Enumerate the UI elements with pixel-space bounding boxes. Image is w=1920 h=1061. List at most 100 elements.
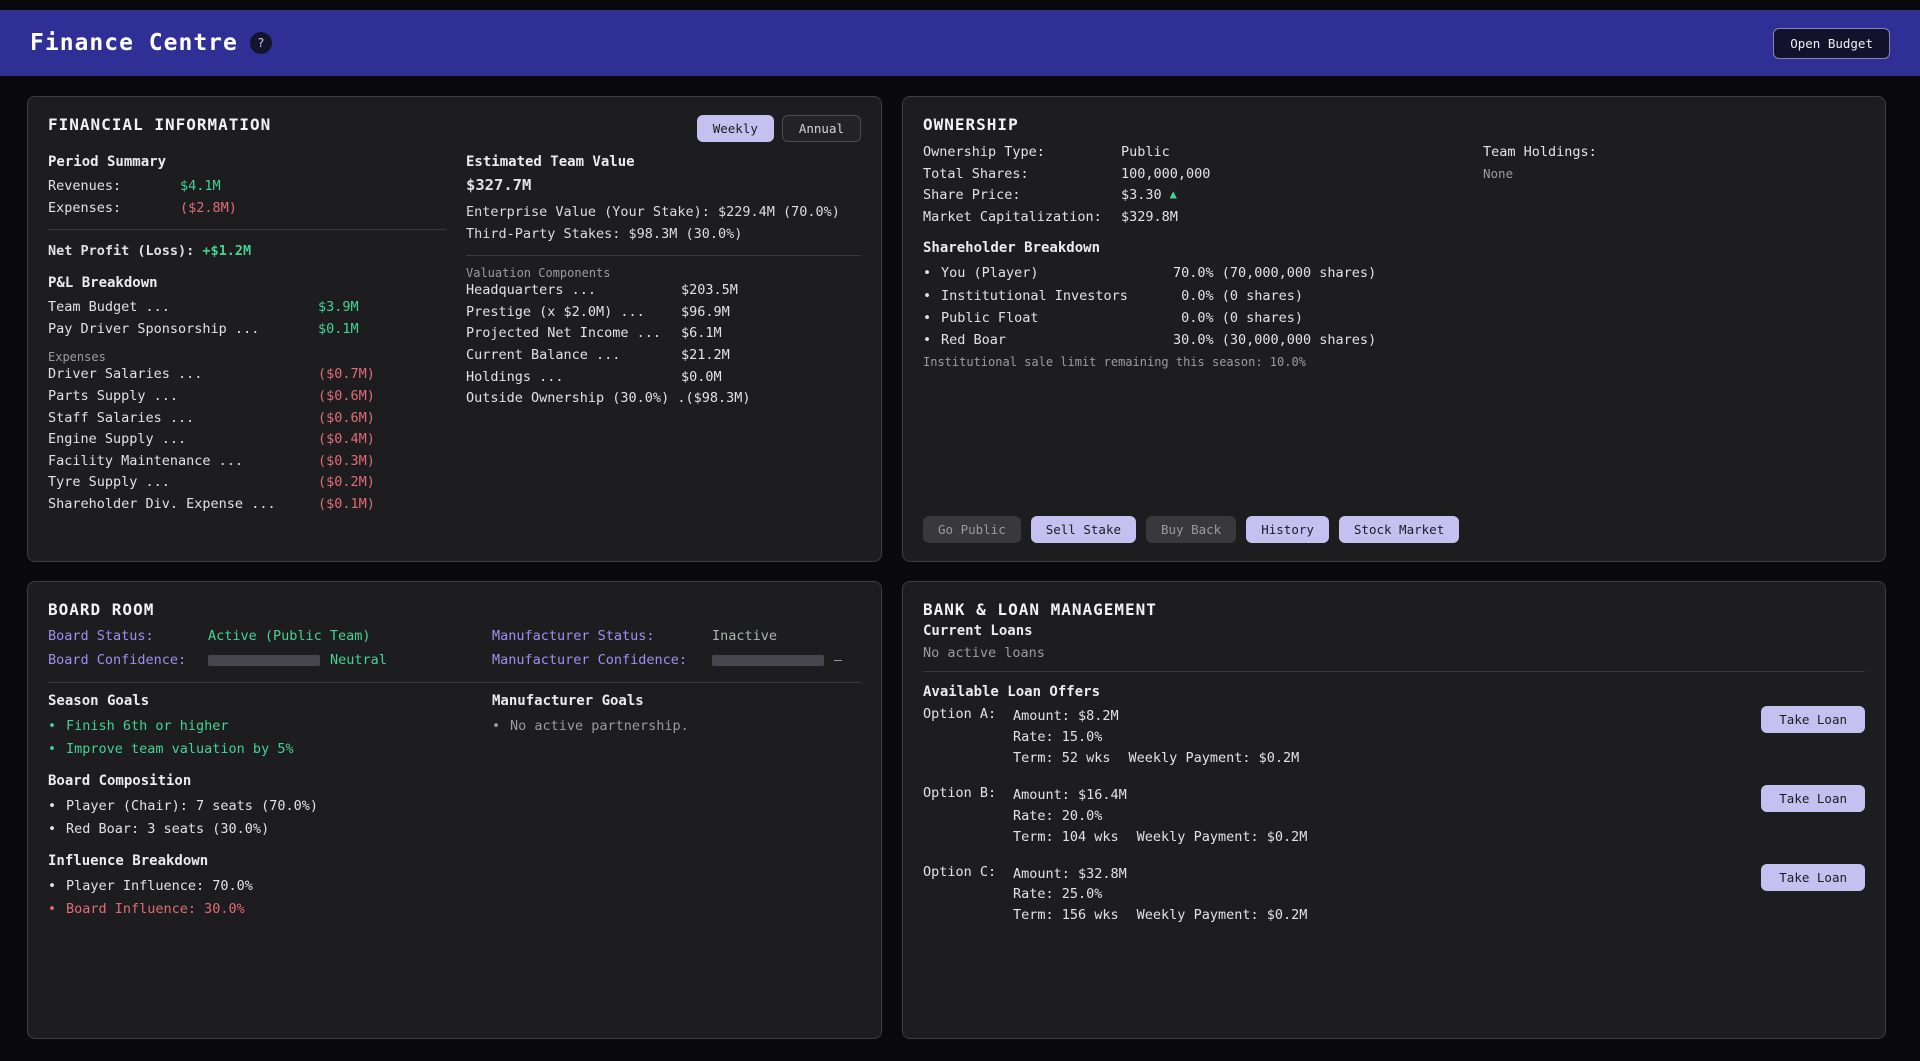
content-grid: FINANCIAL INFORMATION Weekly Annual Peri… bbox=[0, 76, 1920, 1039]
board-status-value: Active (Public Team) bbox=[208, 625, 371, 649]
shareholder-value: 0.0% (0 shares) bbox=[1173, 307, 1303, 329]
ownership-actions: Go Public Sell Stake Buy Back History St… bbox=[923, 516, 1865, 543]
expense-row: Driver Salaries ... ($0.7M) bbox=[48, 364, 446, 386]
revenues-label: Revenues: bbox=[48, 176, 180, 198]
team-value-column: Estimated Team Value $327.7M Enterprise … bbox=[466, 154, 861, 515]
valuation-value: $6.1M bbox=[681, 323, 722, 345]
shareholder-row: • Public Float 0.0% (0 shares) bbox=[923, 307, 1865, 329]
expense-label: Facility Maintenance ... bbox=[48, 451, 318, 473]
take-loan-button-b[interactable]: Take Loan bbox=[1761, 785, 1865, 812]
bullet-icon: • bbox=[923, 329, 941, 351]
take-loan-button-c[interactable]: Take Loan bbox=[1761, 864, 1865, 891]
ownership-type-value: Public bbox=[1121, 142, 1170, 164]
offer-name: Option C: bbox=[923, 864, 1013, 927]
expense-row: Engine Supply ... ($0.4M) bbox=[48, 429, 446, 451]
influence-item: • Player Influence: 70.0% bbox=[48, 875, 473, 898]
market-cap-row: Market Capitalization: $329.8M bbox=[923, 207, 1483, 229]
bank-loan-title: BANK & LOAN MANAGEMENT bbox=[923, 600, 1157, 619]
offer-term: Term: 52 wks bbox=[1013, 748, 1111, 769]
expenses-value: ($2.8M) bbox=[180, 198, 237, 220]
market-cap-value: $329.8M bbox=[1121, 207, 1178, 229]
bullet-icon: • bbox=[48, 738, 66, 761]
shareholder-name: You (Player) bbox=[941, 262, 1173, 284]
share-price-row: Share Price: $3.30 ▲ bbox=[923, 185, 1483, 207]
ownership-type-row: Ownership Type: Public bbox=[923, 142, 1483, 164]
valuation-row: Current Balance ... $21.2M bbox=[466, 345, 861, 367]
divider bbox=[466, 255, 861, 256]
sale-limit-note: Institutional sale limit remaining this … bbox=[923, 355, 1865, 369]
expense-value: ($0.6M) bbox=[318, 386, 375, 408]
offer-rate: Rate: 15.0% bbox=[1013, 727, 1735, 748]
buy-back-button[interactable]: Buy Back bbox=[1146, 516, 1236, 543]
stock-market-button[interactable]: Stock Market bbox=[1339, 516, 1459, 543]
total-shares-row: Total Shares: 100,000,000 bbox=[923, 164, 1483, 186]
expense-value: ($0.4M) bbox=[318, 429, 375, 451]
bullet-icon: • bbox=[923, 262, 941, 284]
board-status-label: Board Status: bbox=[48, 625, 208, 649]
shareholder-value: 30.0% (30,000,000 shares) bbox=[1173, 329, 1376, 351]
shareholder-name: Red Boar bbox=[941, 329, 1173, 351]
board-confidence-row: Board Confidence: Neutral bbox=[48, 649, 473, 673]
offer-amount: Amount: $32.8M bbox=[1013, 864, 1735, 885]
ownership-info: Ownership Type: Public Total Shares: 100… bbox=[923, 142, 1483, 228]
valuation-components-heading: Valuation Components bbox=[466, 266, 861, 280]
board-influence-text: Board Influence: 30.0% bbox=[66, 898, 245, 921]
income-row: Pay Driver Sponsorship ... $0.1M bbox=[48, 319, 446, 341]
open-budget-button[interactable]: Open Budget bbox=[1773, 28, 1890, 59]
expense-value: ($0.6M) bbox=[318, 408, 375, 430]
offer-weekly: Weekly Payment: $0.2M bbox=[1137, 905, 1308, 926]
bullet-icon: • bbox=[923, 307, 941, 329]
net-profit-value: +$1.2M bbox=[202, 243, 251, 259]
offer-amount: Amount: $8.2M bbox=[1013, 706, 1735, 727]
influence-breakdown-heading: Influence Breakdown bbox=[48, 853, 473, 869]
expenses-label: Expenses: bbox=[48, 198, 180, 220]
sell-stake-button[interactable]: Sell Stake bbox=[1031, 516, 1136, 543]
valuation-value: ($98.3M) bbox=[685, 388, 750, 410]
shareholder-value: 0.0% (0 shares) bbox=[1173, 285, 1303, 307]
loan-offer-b: Option B: Amount: $16.4M Rate: 20.0% Ter… bbox=[923, 785, 1865, 848]
current-loans-text: No active loans bbox=[923, 645, 1865, 661]
history-button[interactable]: History bbox=[1246, 516, 1329, 543]
weekly-toggle-button[interactable]: Weekly bbox=[697, 115, 774, 142]
third-party-line: Third-Party Stakes: $98.3M (30.0%) bbox=[466, 224, 861, 246]
total-shares-value: 100,000,000 bbox=[1121, 164, 1210, 186]
shareholder-name: Public Float bbox=[941, 307, 1173, 329]
loan-offers-heading: Available Loan Offers bbox=[923, 684, 1865, 700]
shareholder-row: • You (Player) 70.0% (70,000,000 shares) bbox=[923, 262, 1865, 284]
board-status-row: Board Status: Active (Public Team) bbox=[48, 625, 473, 649]
manufacturer-goals-heading: Manufacturer Goals bbox=[492, 693, 861, 709]
season-goals-heading: Season Goals bbox=[48, 693, 473, 709]
expense-row: Shareholder Div. Expense ... ($0.1M) bbox=[48, 494, 446, 516]
financial-information-title: FINANCIAL INFORMATION bbox=[48, 115, 271, 134]
net-profit-label: Net Profit (Loss): bbox=[48, 243, 194, 259]
pay-driver-label: Pay Driver Sponsorship ... bbox=[48, 319, 318, 341]
valuation-value: $203.5M bbox=[681, 280, 738, 302]
board-confidence-bar bbox=[208, 655, 320, 666]
board-room-title: BOARD ROOM bbox=[48, 600, 154, 619]
pnl-column: Period Summary Revenues: $4.1M Expenses:… bbox=[48, 154, 446, 515]
offer-rate: Rate: 20.0% bbox=[1013, 806, 1735, 827]
share-price-value: $3.30 bbox=[1121, 185, 1162, 207]
go-public-button[interactable]: Go Public bbox=[923, 516, 1021, 543]
offer-term: Term: 104 wks bbox=[1013, 827, 1119, 848]
composition-item: • Player (Chair): 7 seats (70.0%) bbox=[48, 795, 473, 818]
bullet-icon: • bbox=[48, 715, 66, 738]
valuation-label: Prestige (x $2.0M) ... bbox=[466, 302, 681, 324]
offer-term: Term: 156 wks bbox=[1013, 905, 1119, 926]
expense-value: ($0.7M) bbox=[318, 364, 375, 386]
expense-value: ($0.1M) bbox=[318, 494, 375, 516]
help-icon[interactable]: ? bbox=[250, 32, 272, 54]
expense-label: Parts Supply ... bbox=[48, 386, 318, 408]
top-header: Finance Centre ? Open Budget bbox=[0, 10, 1920, 76]
total-shares-label: Total Shares: bbox=[923, 164, 1121, 186]
manufacturer-confidence-value: – bbox=[834, 649, 842, 673]
shareholder-row: • Red Boar 30.0% (30,000,000 shares) bbox=[923, 329, 1865, 351]
take-loan-button-a[interactable]: Take Loan bbox=[1761, 706, 1865, 733]
manufacturer-confidence-bar bbox=[712, 655, 824, 666]
expense-row: Tyre Supply ... ($0.2M) bbox=[48, 472, 446, 494]
team-value-amount: $327.7M bbox=[466, 176, 861, 194]
season-goal-item: • Improve team valuation by 5% bbox=[48, 738, 473, 761]
expense-value: ($0.2M) bbox=[318, 472, 375, 494]
revenues-row: Revenues: $4.1M bbox=[48, 176, 446, 198]
annual-toggle-button[interactable]: Annual bbox=[782, 115, 861, 142]
